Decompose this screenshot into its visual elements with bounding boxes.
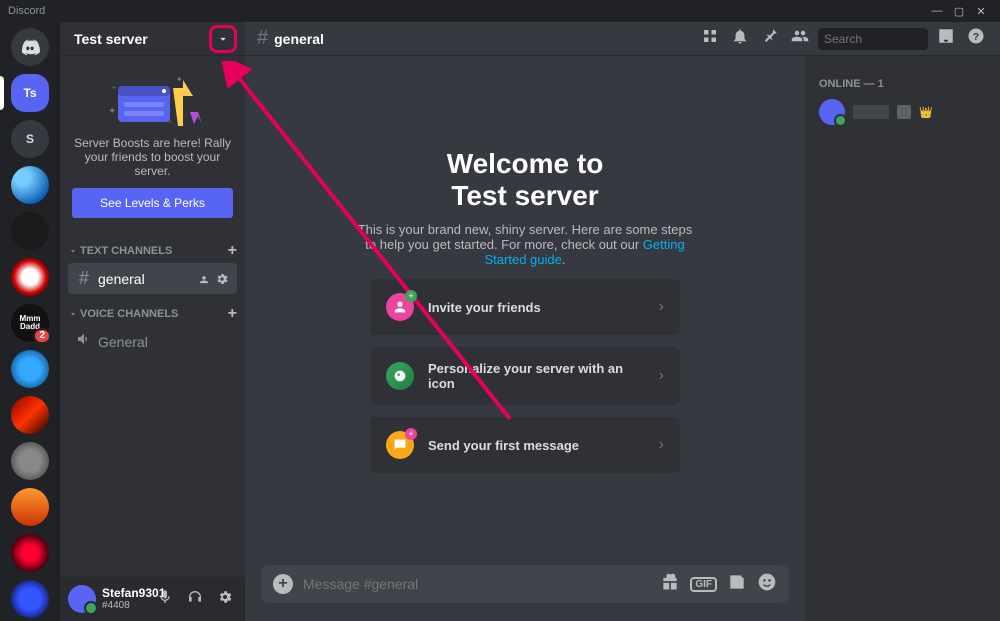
settings-button[interactable]	[213, 589, 237, 610]
user-avatar[interactable]	[68, 585, 96, 613]
server-icon[interactable]	[11, 580, 49, 618]
message-input[interactable]	[303, 576, 650, 592]
chevron-down-icon	[68, 309, 78, 319]
hash-icon: #	[76, 268, 92, 289]
server-icon[interactable]	[11, 442, 49, 480]
server-icon-s[interactable]: S	[11, 120, 49, 158]
action-personalize-server[interactable]: Personalize your server with an icon ›	[370, 347, 680, 405]
channel-header: # general ?	[245, 22, 1000, 56]
voice-channel-general[interactable]: General	[68, 326, 237, 357]
minimize-button[interactable]: —	[926, 5, 948, 17]
user-tag: #4408	[102, 600, 147, 611]
threads-button[interactable]	[698, 27, 722, 50]
server-name: Test server	[74, 31, 231, 47]
server-icon-test[interactable]: Ts	[11, 74, 49, 112]
hash-icon: #	[257, 27, 268, 50]
svg-text:?: ?	[973, 31, 979, 43]
member-name-redacted	[853, 105, 889, 119]
server-icon[interactable]	[11, 258, 49, 296]
boost-card: ✕ ✦ ✦ + + Server Boosts are here! Rally …	[60, 56, 245, 232]
member-avatar	[819, 99, 845, 125]
server-header[interactable]: Test server	[60, 22, 245, 56]
create-invite-icon[interactable]	[197, 272, 211, 286]
invite-icon: +	[386, 293, 414, 321]
composer-row: + GIF	[245, 565, 805, 621]
message-composer[interactable]: + GIF	[261, 565, 789, 603]
members-group-online: ONLINE — 1	[813, 72, 992, 96]
members-list: ONLINE — 1 👑	[805, 56, 1000, 621]
member-row[interactable]: 👑	[813, 96, 992, 128]
speaker-icon	[76, 331, 92, 352]
boost-illustration: ✦ ✦ + +	[98, 68, 208, 128]
svg-text:+: +	[112, 85, 116, 92]
notifications-button[interactable]	[728, 27, 752, 50]
svg-text:✦: ✦	[176, 75, 183, 84]
server-icon[interactable]: MmmDadd 2	[11, 304, 49, 342]
message-icon: +	[386, 431, 414, 459]
sticker-button[interactable]	[727, 572, 747, 597]
close-icon[interactable]: ✕	[225, 64, 237, 81]
chevron-down-icon	[216, 32, 230, 46]
pinned-button[interactable]	[758, 27, 782, 50]
inbox-button[interactable]	[934, 27, 958, 50]
chevron-right-icon: ›	[659, 436, 664, 454]
gear-icon[interactable]	[215, 272, 229, 286]
mute-button[interactable]	[153, 589, 177, 610]
category-voice-channels[interactable]: VOICE CHANNELS +	[60, 295, 245, 325]
member-name-redacted	[897, 105, 911, 119]
welcome-screen: Welcome to Test server This is your bran…	[245, 56, 805, 565]
user-panel: Stefan9301 #4408	[60, 577, 245, 621]
add-channel-button[interactable]: +	[228, 242, 237, 260]
deafen-button[interactable]	[183, 589, 207, 610]
action-send-message[interactable]: + Send your first message ›	[370, 417, 680, 473]
channel-sidebar: Test server ✕ ✦ ✦ + +	[60, 22, 245, 621]
main-area: # general ? Welcome t	[245, 22, 1000, 621]
welcome-subtitle: This is your brand new, shiny server. He…	[355, 222, 695, 267]
server-icon[interactable]	[11, 350, 49, 388]
server-icon[interactable]	[11, 534, 49, 572]
channel-general[interactable]: # general	[68, 263, 237, 294]
welcome-title: Welcome to Test server	[447, 148, 604, 212]
members-toggle[interactable]	[788, 27, 812, 50]
app-name: Discord	[8, 5, 926, 17]
server-icon[interactable]	[11, 166, 49, 204]
boost-text: Server Boosts are here! Rally your frien…	[72, 136, 233, 178]
titlebar: Discord — ▢ ✕	[0, 0, 1000, 22]
close-button[interactable]: ✕	[970, 5, 992, 18]
personalize-icon	[386, 362, 414, 390]
chevron-right-icon: ›	[659, 298, 664, 316]
action-invite-friends[interactable]: + Invite your friends ›	[370, 279, 680, 335]
category-text-channels[interactable]: TEXT CHANNELS +	[60, 232, 245, 262]
boost-button[interactable]: See Levels & Perks	[72, 188, 233, 218]
help-button[interactable]: ?	[964, 27, 988, 50]
server-icon[interactable]	[11, 396, 49, 434]
gif-button[interactable]: GIF	[690, 577, 717, 592]
gift-button[interactable]	[660, 572, 680, 597]
server-icon[interactable]	[11, 212, 49, 250]
chevron-right-icon: ›	[659, 367, 664, 385]
server-rail: Ts S MmmDadd 2 NEW	[0, 22, 60, 621]
unread-badge: 2	[33, 328, 51, 344]
svg-text:+: +	[168, 119, 172, 126]
username: Stefan9301	[102, 587, 147, 600]
add-channel-button[interactable]: +	[228, 305, 237, 323]
svg-text:✦: ✦	[108, 106, 116, 117]
attach-button[interactable]: +	[273, 574, 293, 594]
owner-crown-icon: 👑	[919, 106, 933, 119]
home-dm-button[interactable]	[11, 28, 49, 66]
maximize-button[interactable]: ▢	[948, 5, 970, 18]
server-icon[interactable]	[11, 488, 49, 526]
search-box[interactable]	[818, 28, 928, 50]
emoji-button[interactable]	[757, 572, 777, 597]
channel-name: general	[274, 31, 692, 47]
discord-logo-icon	[19, 36, 41, 58]
chevron-down-icon	[68, 246, 78, 256]
server-menu-toggle[interactable]	[209, 25, 237, 53]
